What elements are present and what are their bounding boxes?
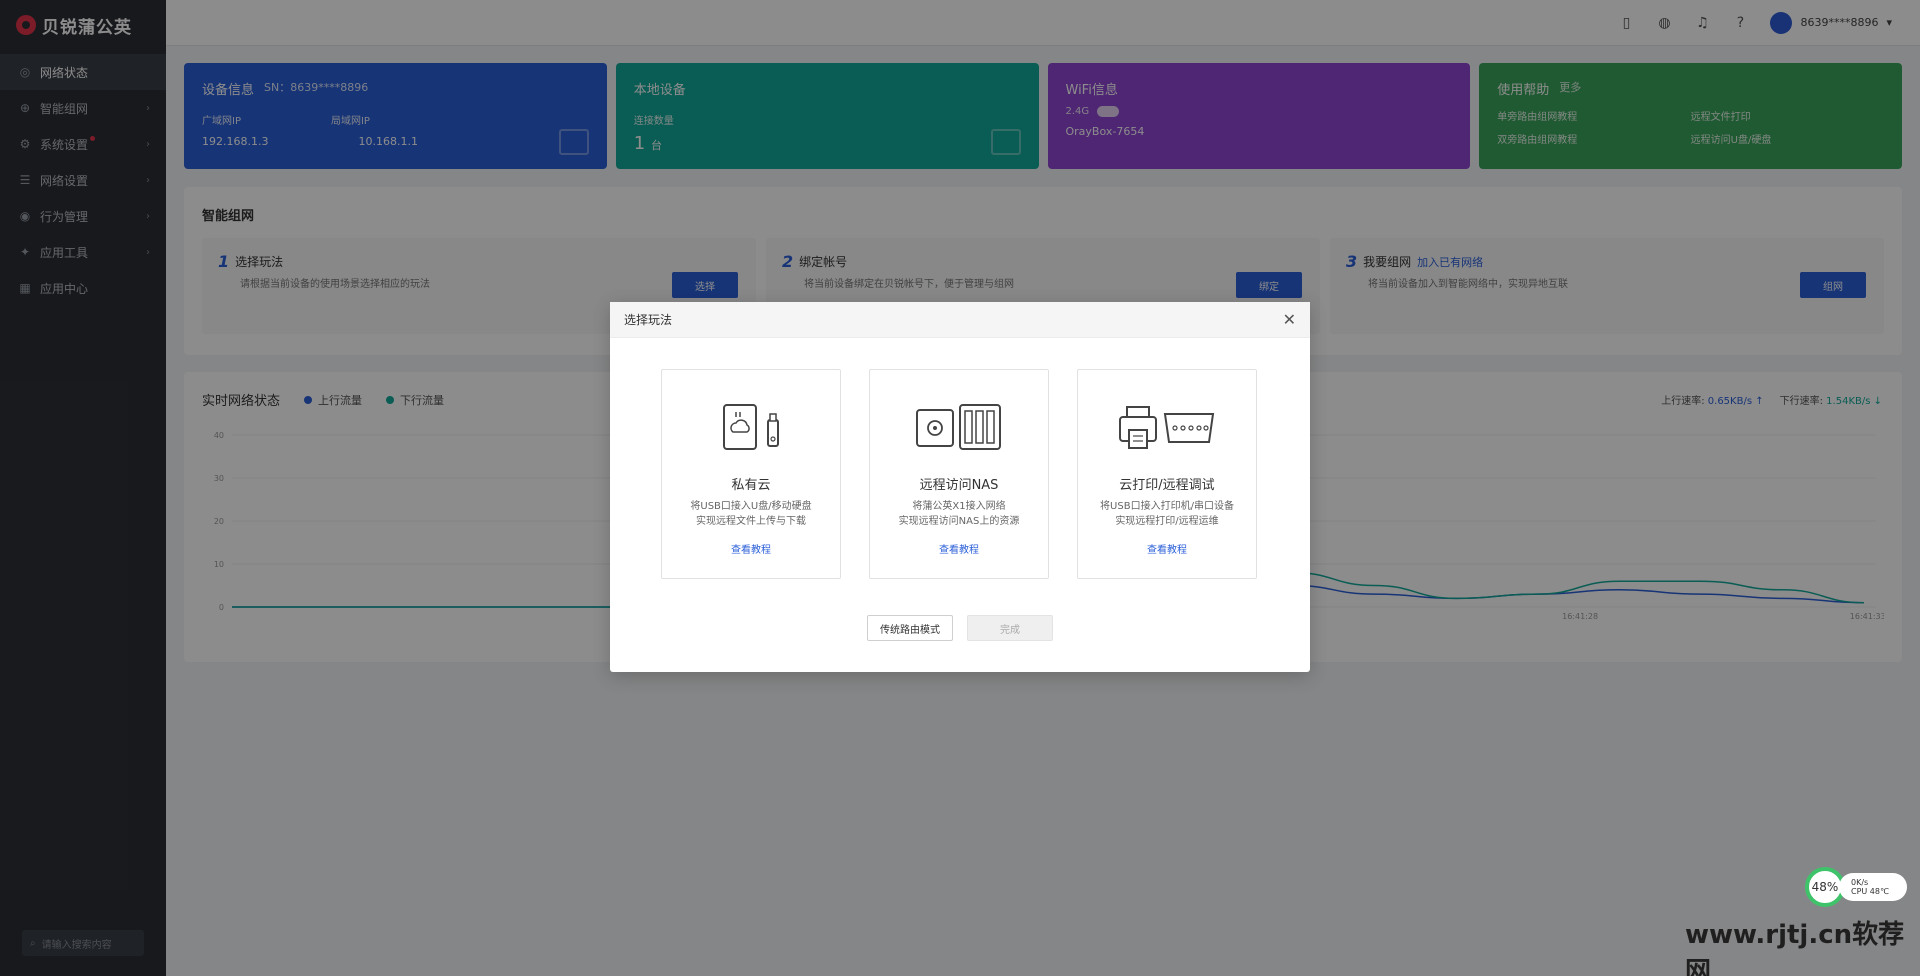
- dialog-title: 选择玩法: [624, 313, 673, 327]
- watermark: www.rjtj.cn软荐网: [1685, 920, 1905, 976]
- option-title: 远程访问NAS: [919, 478, 999, 493]
- option-desc: 实现远程文件上传与下载: [696, 516, 806, 527]
- select-mode-dialog: 选择玩法 ✕ 私有云 将USB口接入U盘/移动硬盘 实现远程文件上传与下载 查看…: [610, 302, 1310, 672]
- system-monitor-widget[interactable]: 48% 0K/s CPU 48℃: [1805, 867, 1907, 907]
- option-remote-nas[interactable]: 远程访问NAS 将蒲公英X1接入网络 实现远程访问NAS上的资源 查看教程: [869, 369, 1049, 579]
- option-title: 云打印/远程调试: [1119, 478, 1215, 493]
- tutorial-link[interactable]: 查看教程: [1147, 541, 1187, 556]
- nas-icon: [904, 402, 1014, 452]
- cpu-temp: CPU 48℃: [1851, 887, 1889, 896]
- option-cloud-print[interactable]: 云打印/远程调试 将USB口接入打印机/串口设备 实现远程打印/远程运维 查看教…: [1077, 369, 1257, 579]
- cpu-pill: 0K/s CPU 48℃: [1839, 873, 1907, 901]
- close-icon[interactable]: ✕: [1283, 310, 1296, 329]
- option-desc: 将USB口接入U盘/移动硬盘: [690, 501, 812, 512]
- option-desc: 将USB口接入打印机/串口设备: [1100, 501, 1234, 512]
- option-desc: 实现远程访问NAS上的资源: [898, 516, 1020, 527]
- printer-serial-icon: [1112, 402, 1222, 452]
- cloud-usb-icon: [696, 402, 806, 452]
- tutorial-link[interactable]: 查看教程: [939, 541, 979, 556]
- option-desc: 将蒲公英X1接入网络: [912, 501, 1006, 512]
- tutorial-link[interactable]: 查看教程: [731, 541, 771, 556]
- traditional-router-mode-button[interactable]: 传统路由模式: [867, 615, 953, 641]
- option-desc: 实现远程打印/远程运维: [1115, 516, 1219, 527]
- done-button[interactable]: 完成: [967, 615, 1053, 641]
- net-speed: 0K/s: [1851, 878, 1869, 887]
- option-title: 私有云: [731, 478, 771, 493]
- option-private-cloud[interactable]: 私有云 将USB口接入U盘/移动硬盘 实现远程文件上传与下载 查看教程: [661, 369, 841, 579]
